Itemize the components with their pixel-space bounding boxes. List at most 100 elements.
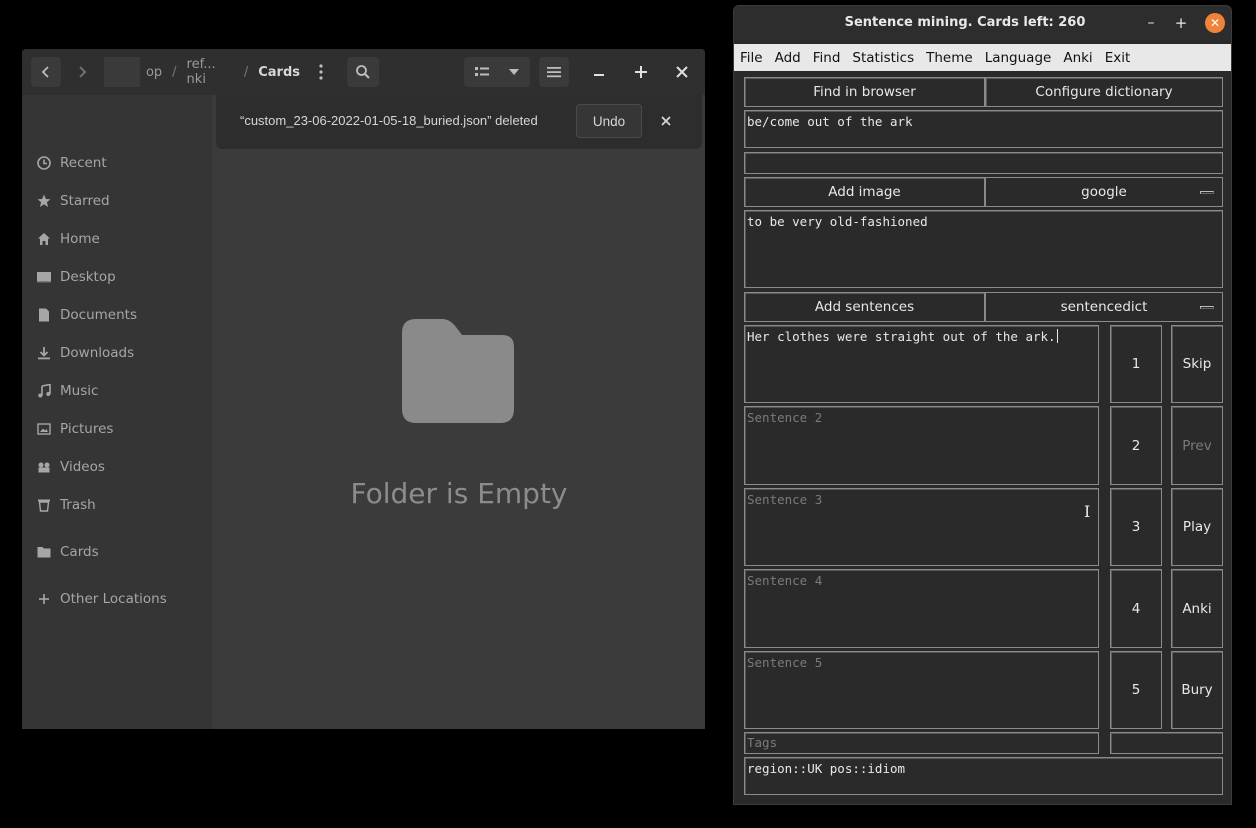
sidebar-item-music[interactable]: Music [36,380,98,402]
empty-folder-message: Folder is Empty [350,477,568,510]
breadcrumb-separator: / [243,64,249,80]
music-icon [36,383,52,399]
close-button[interactable]: ✕ [1205,13,1225,33]
sidebar-item-home[interactable]: Home [36,228,100,250]
minimize-button[interactable]: – [1142,14,1160,32]
sidebar-item-starred[interactable]: Starred [36,190,110,212]
sidebar-item-desktop[interactable]: Desktop [36,266,116,288]
add-image-button[interactable]: Add image [744,177,985,207]
sidebar-item-label: Desktop [60,269,116,285]
sidebar-item-recent[interactable]: Recent [36,152,107,174]
back-button[interactable] [31,57,61,87]
desktop-icon [36,269,52,285]
sidebar-item-videos[interactable]: Videos [36,456,105,478]
definition-field[interactable]: to be very old-fashioned [744,210,1223,288]
menu-exit[interactable]: Exit [1099,50,1137,66]
search-button[interactable] [347,57,379,87]
mouse-ibeam-cursor-icon: I [1084,502,1091,521]
path-menu-button[interactable] [306,57,336,87]
sidebar-item-label: Videos [60,459,105,475]
maximize-icon [635,66,647,78]
close-notification-button[interactable] [654,109,678,133]
sidebar-item-label: Downloads [60,345,135,361]
hamburger-icon [547,67,561,78]
choose-sentence-4-button[interactable]: 4 [1110,569,1162,648]
choose-sentence-5-button[interactable]: 5 [1110,651,1162,729]
folder-icon [36,544,52,560]
add-sentences-button[interactable]: Add sentences [744,292,985,322]
menu-find[interactable]: Find [807,50,847,66]
play-button[interactable]: Play [1171,488,1223,566]
menu-language[interactable]: Language [979,50,1058,66]
forward-button[interactable] [67,57,97,87]
sidebar-item-other-locations[interactable]: Other Locations [36,588,167,610]
word-field[interactable]: be/come out of the ark [744,110,1223,148]
close-icon [676,66,688,78]
sentence-field-4[interactable]: Sentence 4 [744,569,1099,648]
clock-icon [36,155,52,171]
breadcrumb-item[interactable]: op [140,65,168,80]
close-icon [661,116,671,126]
title-bar: Sentence mining. Cards left: 260 – + ✕ [734,6,1231,40]
maximize-button[interactable]: + [1172,14,1190,32]
tags-extra-field[interactable] [1110,732,1223,754]
sentence-field-5[interactable]: Sentence 5 [744,651,1099,729]
picture-icon [36,421,52,437]
video-icon [36,459,52,475]
sidebar-item-pictures[interactable]: Pictures [36,418,113,440]
tags-input[interactable]: Tags [744,732,1099,754]
sentence-field-1[interactable]: Her clothes were straight out of the ark… [744,325,1099,403]
sentence-field-2[interactable]: Sentence 2 [744,406,1099,485]
minimize-button[interactable] [584,57,614,87]
sidebar-item-label: Cards [60,544,99,560]
anki-button[interactable]: Anki [1171,569,1223,648]
configure-dictionary-button[interactable]: Configure dictionary [985,77,1223,107]
menu-anki[interactable]: Anki [1057,50,1098,66]
list-view-icon [475,67,489,76]
sidebar-item-downloads[interactable]: Downloads [36,342,134,364]
prev-button[interactable]: Prev [1171,406,1223,485]
chevron-left-icon [41,66,49,78]
sentence-mining-window: Sentence mining. Cards left: 260 – + ✕ F… [733,5,1232,805]
choose-sentence-3-button[interactable]: 3 [1110,488,1162,566]
breadcrumb: op / ref... nki / Cards [104,57,306,87]
choose-sentence-1-button[interactable]: 1 [1110,325,1162,403]
plus-icon [36,591,52,607]
option-menu-indicator-icon [1200,191,1214,194]
option-menu-indicator-icon [1200,306,1214,309]
document-icon [36,307,52,323]
tags-field[interactable]: region::UK pos::idiom [744,757,1223,795]
menu-add[interactable]: Add [769,50,807,66]
sidebar-item-label: Starred [60,193,110,209]
skip-button[interactable]: Skip [1171,325,1223,403]
sentence-source-select[interactable]: sentencedict [985,292,1223,322]
view-mode-button[interactable] [464,57,530,87]
close-button[interactable] [667,57,697,87]
menu-theme[interactable]: Theme [920,50,979,66]
breadcrumb-item[interactable]: ref... nki [181,57,240,87]
undo-button[interactable]: Undo [576,104,642,138]
hamburger-menu-button[interactable] [539,57,569,87]
breadcrumb-current[interactable]: Cards [252,65,306,80]
word-extra-field[interactable] [744,152,1223,174]
menu-statistics[interactable]: Statistics [846,50,920,66]
trash-icon [36,497,52,513]
bury-button[interactable]: Bury [1171,651,1223,729]
choose-sentence-2-button[interactable]: 2 [1110,406,1162,485]
chevron-down-icon [509,69,519,75]
image-source-select[interactable]: google [985,177,1223,207]
file-manager-window: op / ref... nki / Cards Recent Starred H… [22,49,705,729]
sidebar-item-label: Trash [60,497,96,513]
sidebar-item-label: Other Locations [60,591,167,607]
sidebar-item-trash[interactable]: Trash [36,494,96,516]
maximize-button[interactable] [626,57,656,87]
menu-file[interactable]: File [734,50,769,66]
find-in-browser-button[interactable]: Find in browser [744,77,985,107]
breadcrumb-spacer [104,57,140,87]
sidebar-item-documents[interactable]: Documents [36,304,137,326]
notification-message: “custom_23-06-2022-01-05-18_buried.json”… [240,113,538,128]
sentence-field-3[interactable]: Sentence 3 [744,488,1099,566]
deleted-notification: “custom_23-06-2022-01-05-18_buried.json”… [216,95,702,149]
minimize-icon [594,74,604,76]
sidebar-item-cards[interactable]: Cards [36,541,99,563]
